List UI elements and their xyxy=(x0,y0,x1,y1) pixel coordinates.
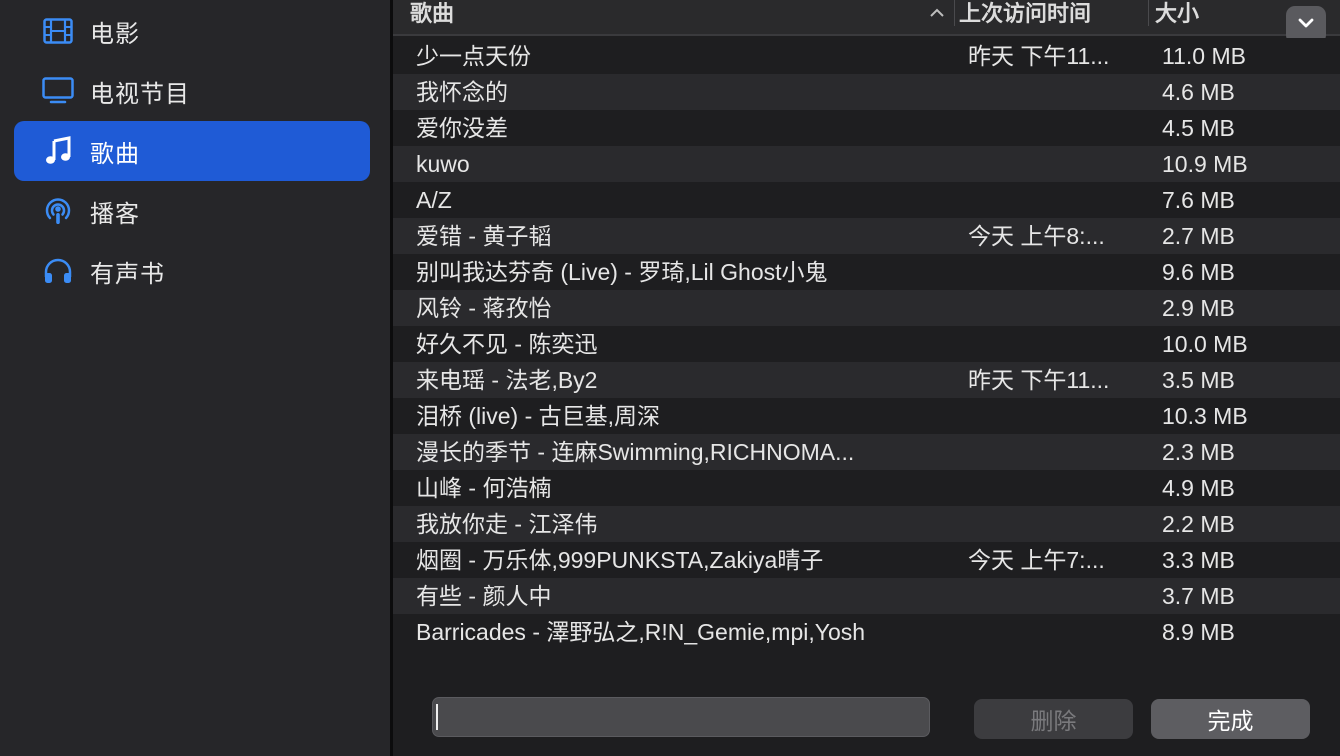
table-row[interactable]: 好久不见 - 陈奕迅 10.0 MB xyxy=(393,326,1340,362)
column-header-size[interactable]: 大小 xyxy=(1155,0,1199,28)
sidebar-item-movies[interactable]: 电影 xyxy=(14,1,370,61)
table-row[interactable]: 烟圈 - 万乐体,999PUNKSTA,Zakiya晴子 今天 上午7:... 3.… xyxy=(393,542,1340,578)
table-row[interactable]: A/Z 7.6 MB xyxy=(393,182,1340,218)
song-name-cell: 有些 - 颜人中 xyxy=(416,583,552,609)
headphones-icon xyxy=(40,253,76,289)
song-name-cell: 风铃 - 蒋孜怡 xyxy=(416,295,552,321)
file-size-cell: 8.9 MB xyxy=(1162,619,1235,645)
last-accessed-cell: 昨天 下午11... xyxy=(968,367,1110,393)
file-size-cell: 3.7 MB xyxy=(1162,583,1235,609)
song-name-cell: 爱你没差 xyxy=(416,115,508,141)
file-size-cell: 2.3 MB xyxy=(1162,439,1235,465)
last-accessed-cell: 今天 上午7:... xyxy=(968,547,1105,573)
file-size-cell: 7.6 MB xyxy=(1162,187,1235,213)
song-name-cell: Barricades - 澤野弘之,R!N_Gemie,mpi,Yosh xyxy=(416,619,866,645)
song-name-cell: kuwo xyxy=(416,151,470,177)
done-button[interactable]: 完成 xyxy=(1151,699,1310,739)
song-name-cell: 烟圈 - 万乐体,999PUNKSTA,Zakiya晴子 xyxy=(416,547,824,573)
file-size-cell: 3.3 MB xyxy=(1162,547,1235,573)
song-list: 少一点天份 昨天 下午11... 11.0 MB 我怀念的 4.6 MB 爱你没差 4.5 … xyxy=(393,38,1340,650)
sort-ascending-icon xyxy=(926,2,948,24)
music-note-icon xyxy=(40,133,76,169)
tv-icon xyxy=(40,73,76,109)
sidebar: 电影 电视节目 歌曲 播客 有声书 xyxy=(0,0,390,756)
song-name-cell: 少一点天份 xyxy=(416,43,531,69)
table-row[interactable]: kuwo 10.9 MB xyxy=(393,146,1340,182)
file-size-cell: 10.9 MB xyxy=(1162,151,1248,177)
sidebar-item-tv-shows[interactable]: 电视节目 xyxy=(14,61,370,121)
file-size-cell: 11.0 MB xyxy=(1162,43,1246,69)
search-input[interactable] xyxy=(433,698,929,736)
file-size-cell: 3.5 MB xyxy=(1162,367,1235,393)
sidebar-item-audiobooks[interactable]: 有声书 xyxy=(14,241,370,301)
table-row[interactable]: 别叫我达芬奇 (Live) - 罗琦,Lil Ghost小鬼 9.6 MB xyxy=(393,254,1340,290)
last-accessed-cell: 昨天 下午11... xyxy=(968,43,1110,69)
column-divider[interactable] xyxy=(954,0,955,26)
file-size-cell: 9.6 MB xyxy=(1162,259,1235,285)
file-size-cell: 4.5 MB xyxy=(1162,115,1235,141)
file-size-cell: 10.3 MB xyxy=(1162,403,1248,429)
table-row[interactable]: Barricades - 澤野弘之,R!N_Gemie,mpi,Yosh 8.9 … xyxy=(393,614,1340,650)
song-name-cell: 爱错 - 黄子韬 xyxy=(416,223,552,249)
song-name-cell: A/Z xyxy=(416,187,452,213)
chevron-down-icon xyxy=(1297,16,1315,35)
file-size-cell: 10.0 MB xyxy=(1162,331,1248,357)
file-size-cell: 4.6 MB xyxy=(1162,79,1235,105)
table-header: 歌曲 上次访问时间 大小 xyxy=(393,0,1340,36)
film-icon xyxy=(40,13,76,49)
table-row[interactable]: 风铃 - 蒋孜怡 2.9 MB xyxy=(393,290,1340,326)
table-row[interactable]: 山峰 - 何浩楠 4.9 MB xyxy=(393,470,1340,506)
column-header-last-accessed[interactable]: 上次访问时间 xyxy=(959,0,1091,28)
text-cursor xyxy=(436,704,438,730)
song-name-cell: 来电瑶 - 法老,By2 xyxy=(416,367,598,393)
table-row[interactable]: 有些 - 颜人中 3.7 MB xyxy=(393,578,1340,614)
table-row[interactable]: 爱你没差 4.5 MB xyxy=(393,110,1340,146)
song-name-cell: 漫长的季节 - 连麻Swimming,RICHNOMA... xyxy=(416,439,855,465)
column-divider[interactable] xyxy=(1148,0,1149,26)
main-panel: 歌曲 上次访问时间 大小 少一点天份 昨天 下午11... 11.0 MB 我怀念的 4… xyxy=(393,0,1340,756)
last-accessed-cell: 今天 上午8:... xyxy=(968,223,1105,249)
sidebar-item-songs[interactable]: 歌曲 xyxy=(14,121,370,181)
song-name-cell: 我怀念的 xyxy=(416,79,508,105)
table-row[interactable]: 来电瑶 - 法老,By2 昨天 下午11... 3.5 MB xyxy=(393,362,1340,398)
song-name-cell: 好久不见 - 陈奕迅 xyxy=(416,331,598,357)
table-row[interactable]: 爱错 - 黄子韬 今天 上午8:... 2.7 MB xyxy=(393,218,1340,254)
song-name-cell: 泪桥 (live) - 古巨基,周深 xyxy=(416,403,661,429)
sidebar-item-label: 播客 xyxy=(90,200,140,228)
table-row[interactable]: 我怀念的 4.6 MB xyxy=(393,74,1340,110)
column-header-name[interactable]: 歌曲 xyxy=(410,0,454,28)
sidebar-item-label: 电影 xyxy=(90,20,140,48)
file-size-cell: 2.7 MB xyxy=(1162,223,1235,249)
search-field[interactable] xyxy=(432,697,930,737)
table-row[interactable]: 泪桥 (live) - 古巨基,周深 10.3 MB xyxy=(393,398,1340,434)
sidebar-item-podcasts[interactable]: 播客 xyxy=(14,181,370,241)
sidebar-item-label: 有声书 xyxy=(90,260,165,288)
table-row[interactable]: 少一点天份 昨天 下午11... 11.0 MB xyxy=(393,38,1340,74)
table-row[interactable]: 漫长的季节 - 连麻Swimming,RICHNOMA... 2.3 MB xyxy=(393,434,1340,470)
delete-button[interactable]: 删除 xyxy=(974,699,1133,739)
sidebar-item-label: 电视节目 xyxy=(90,80,190,108)
song-name-cell: 山峰 - 何浩楠 xyxy=(416,475,552,501)
podcast-icon xyxy=(40,193,76,229)
file-size-cell: 2.2 MB xyxy=(1162,511,1235,537)
sidebar-item-label: 歌曲 xyxy=(90,140,140,168)
file-size-cell: 2.9 MB xyxy=(1162,295,1235,321)
table-row[interactable]: 我放你走 - 江泽伟 2.2 MB xyxy=(393,506,1340,542)
song-name-cell: 别叫我达芬奇 (Live) - 罗琦,Lil Ghost小鬼 xyxy=(416,259,828,285)
song-name-cell: 我放你走 - 江泽伟 xyxy=(416,511,598,537)
file-size-cell: 4.9 MB xyxy=(1162,475,1235,501)
